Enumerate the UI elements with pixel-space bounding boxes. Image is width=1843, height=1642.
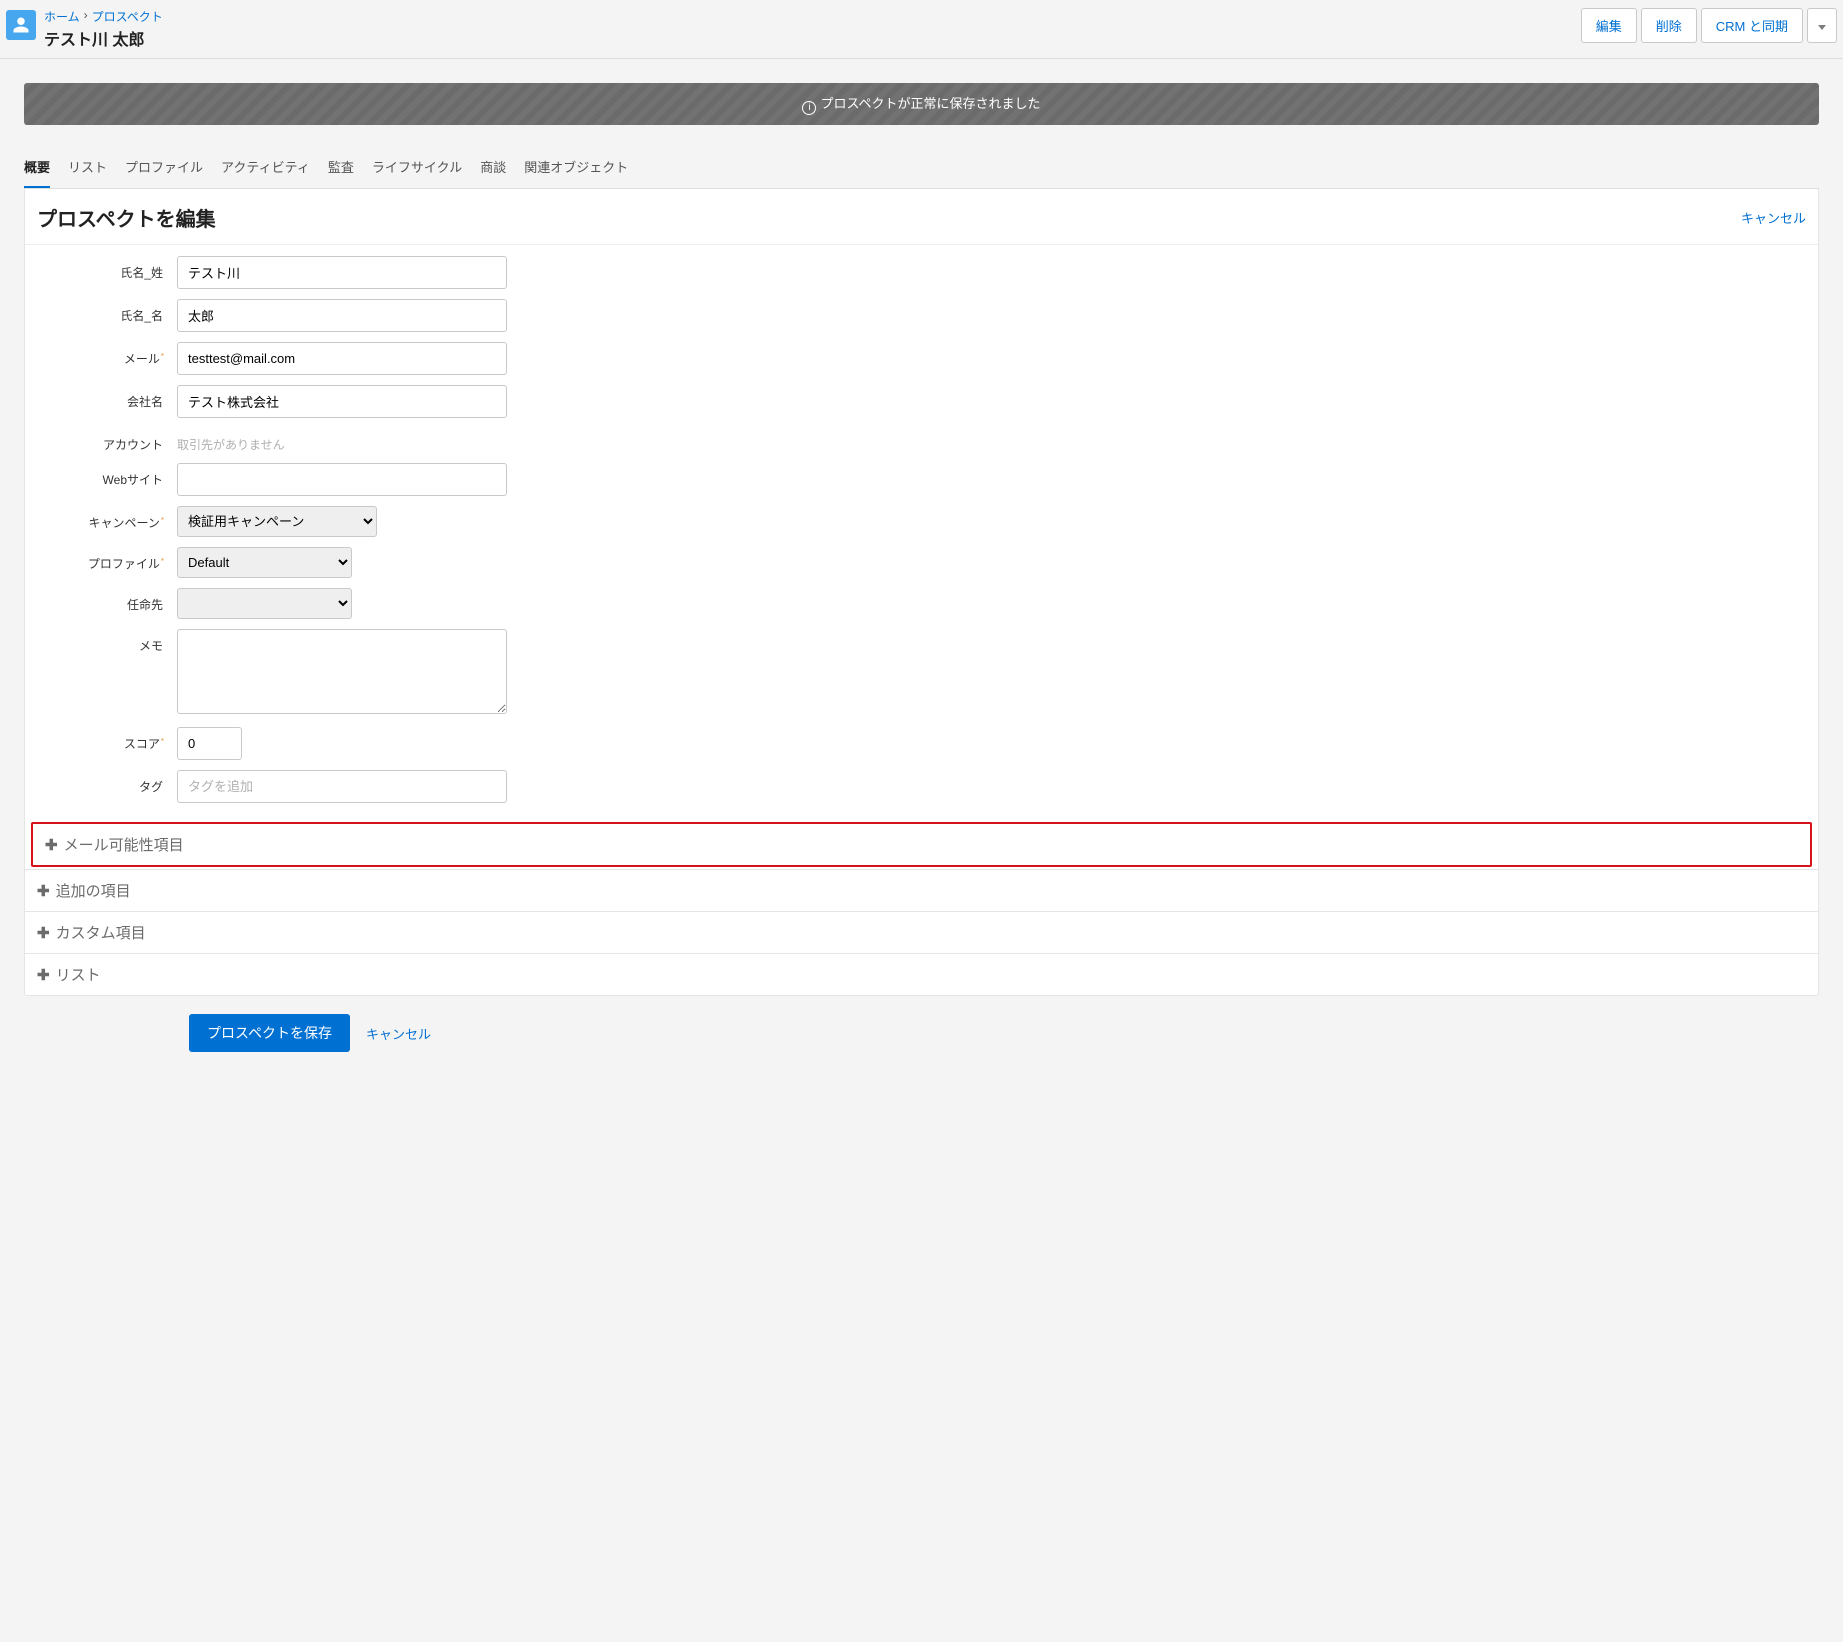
footer-cancel-link[interactable]: キャンセル — [366, 1024, 431, 1043]
row-score: スコア* — [37, 722, 1806, 765]
breadcrumb-prospect[interactable]: プロスペクト — [92, 8, 163, 25]
row-profile: プロファイル* Default — [37, 542, 1806, 583]
info-icon: i — [802, 101, 816, 115]
label-assignee: 任命先 — [37, 588, 177, 613]
page-header-left: ホーム › プロスペクト テスト川 太郎 — [6, 8, 1577, 50]
edit-panel: プロスペクトを編集 キャンセル 氏名_姓 氏名_名 メール* 会社名 アカウン — [24, 189, 1819, 996]
plus-icon: ✚ — [37, 925, 50, 942]
label-score: スコア* — [37, 727, 177, 752]
footer-actions: プロスペクトを保存 キャンセル — [24, 996, 1819, 1064]
chevron-down-icon — [1818, 25, 1826, 30]
label-memo: メモ — [37, 629, 177, 654]
label-company: 会社名 — [37, 385, 177, 410]
account-static-text: 取引先がありません — [177, 428, 285, 453]
campaign-select[interactable]: 検証用キャンペーン — [177, 506, 377, 537]
tabs: 概要 リスト プロファイル アクティビティ 監査 ライフサイクル 商談 関連オブ… — [24, 147, 1819, 189]
row-campaign: キャンペーン* 検証用キャンペーン — [37, 501, 1806, 542]
alert-text: プロスペクトが正常に保存されました — [820, 96, 1040, 111]
accordion-additional[interactable]: ✚追加の項目 — [25, 869, 1818, 911]
breadcrumb-separator: › — [84, 8, 88, 25]
form-body: 氏名_姓 氏名_名 メール* 会社名 アカウント 取引先がありません Webサイ… — [25, 245, 1818, 820]
label-website: Webサイト — [37, 463, 177, 488]
tab-opportunity[interactable]: 商談 — [480, 147, 506, 188]
label-profile: プロファイル* — [37, 547, 177, 572]
row-first-name: 氏名_名 — [37, 294, 1806, 337]
panel-title: プロスペクトを編集 — [37, 203, 216, 232]
accordion-custom[interactable]: ✚カスタム項目 — [25, 911, 1818, 953]
row-last-name: 氏名_姓 — [37, 251, 1806, 294]
score-input[interactable] — [177, 727, 242, 760]
tab-profile[interactable]: プロファイル — [125, 147, 203, 188]
edit-button[interactable]: 編集 — [1581, 8, 1637, 43]
save-prospect-button[interactable]: プロスペクトを保存 — [189, 1014, 350, 1052]
email-input[interactable] — [177, 342, 507, 375]
tab-list[interactable]: リスト — [68, 147, 107, 188]
panel-header: プロスペクトを編集 キャンセル — [25, 189, 1818, 245]
page-title: テスト川 太郎 — [44, 26, 163, 50]
content-wrap: i プロスペクトが正常に保存されました 概要 リスト プロファイル アクティビティ… — [0, 83, 1843, 1104]
accordion-mailability[interactable]: ✚メール可能性項目 — [31, 822, 1812, 867]
memo-textarea[interactable] — [177, 629, 507, 714]
prospect-avatar-icon — [6, 10, 36, 40]
label-first-name: 氏名_名 — [37, 299, 177, 324]
plus-icon: ✚ — [45, 837, 58, 854]
header-actions: 編集 削除 CRM と同期 — [1577, 8, 1837, 43]
plus-icon: ✚ — [37, 883, 50, 900]
label-email: メール* — [37, 342, 177, 367]
profile-select[interactable]: Default — [177, 547, 352, 578]
last-name-input[interactable] — [177, 256, 507, 289]
delete-button[interactable]: 削除 — [1641, 8, 1697, 43]
crm-sync-button[interactable]: CRM と同期 — [1701, 8, 1803, 43]
label-campaign: キャンペーン* — [37, 506, 177, 531]
row-company: 会社名 — [37, 380, 1806, 423]
row-assignee: 任命先 — [37, 583, 1806, 624]
tab-activity[interactable]: アクティビティ — [221, 147, 310, 188]
row-website: Webサイト — [37, 458, 1806, 501]
company-input[interactable] — [177, 385, 507, 418]
tag-input[interactable] — [177, 770, 507, 803]
row-tag: タグ — [37, 765, 1806, 808]
tab-audit[interactable]: 監査 — [328, 147, 354, 188]
success-alert: i プロスペクトが正常に保存されました — [24, 83, 1819, 125]
tab-overview[interactable]: 概要 — [24, 147, 50, 188]
tab-lifecycle[interactable]: ライフサイクル — [372, 147, 462, 188]
row-email: メール* — [37, 337, 1806, 380]
tab-related[interactable]: 関連オブジェクト — [524, 147, 628, 188]
row-memo: メモ — [37, 624, 1806, 722]
label-account: アカウント — [37, 428, 177, 453]
label-last-name: 氏名_姓 — [37, 256, 177, 281]
first-name-input[interactable] — [177, 299, 507, 332]
website-input[interactable] — [177, 463, 507, 496]
page-header: ホーム › プロスペクト テスト川 太郎 編集 削除 CRM と同期 — [0, 0, 1843, 59]
accordion-list[interactable]: ✚リスト — [25, 953, 1818, 995]
assignee-select[interactable] — [177, 588, 352, 619]
panel-cancel-link[interactable]: キャンセル — [1741, 208, 1806, 227]
breadcrumb: ホーム › プロスペクト — [44, 8, 163, 25]
label-tag: タグ — [37, 770, 177, 795]
breadcrumb-home[interactable]: ホーム — [44, 8, 80, 25]
plus-icon: ✚ — [37, 967, 50, 984]
more-actions-button[interactable] — [1807, 8, 1837, 43]
row-account: アカウント 取引先がありません — [37, 423, 1806, 458]
